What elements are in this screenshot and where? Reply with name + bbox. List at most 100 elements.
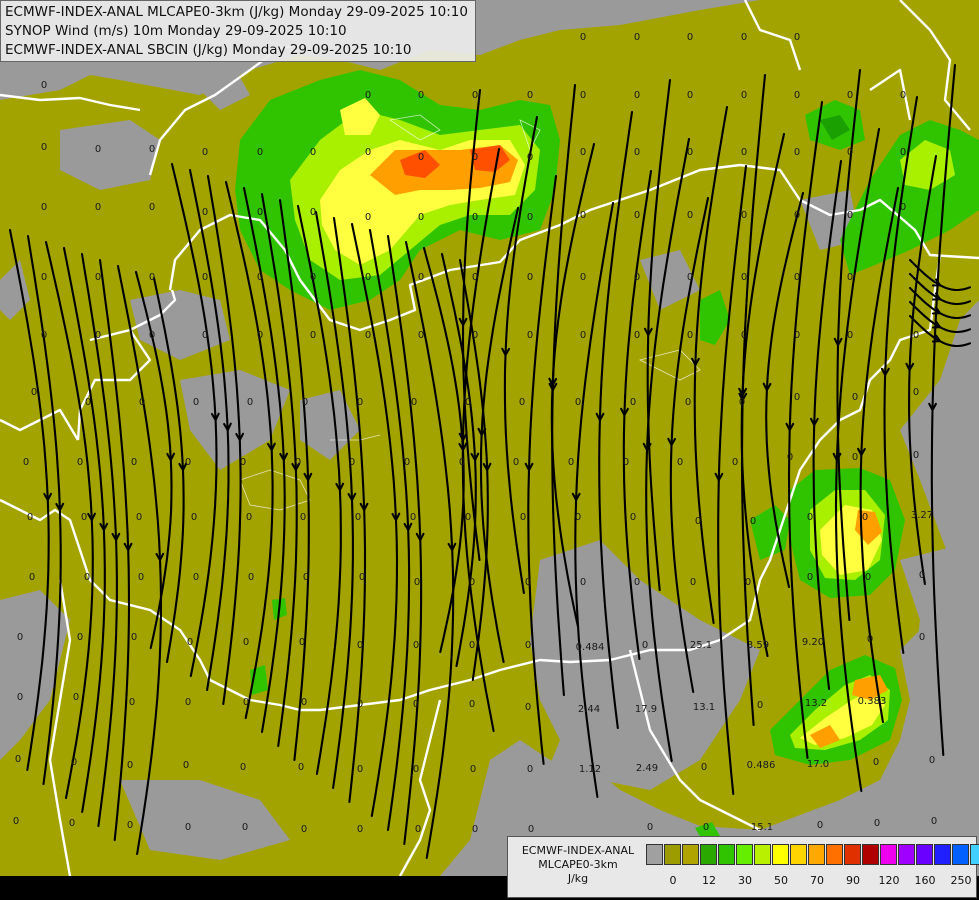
value-label: 0 <box>73 692 79 703</box>
legend-swatch <box>916 844 933 865</box>
value-label: 0 <box>357 699 363 710</box>
value-label: 0 <box>365 272 371 283</box>
value-label: 0 <box>527 764 533 775</box>
value-label: 0 <box>295 457 301 468</box>
value-label: 0 <box>634 90 640 101</box>
value-label: 0 <box>513 457 519 468</box>
value-label: 0 <box>185 822 191 833</box>
value-label: 2.44 <box>578 704 600 715</box>
value-label: 0 <box>787 452 793 463</box>
value-label: 0 <box>77 457 83 468</box>
value-label: 0 <box>418 212 424 223</box>
legend-tick-label: 50 <box>774 874 788 887</box>
value-label: 0 <box>527 90 533 101</box>
value-label: 0 <box>41 330 47 341</box>
legend-swatch <box>700 844 717 865</box>
value-label: 0 <box>919 632 925 643</box>
value-label: 0 <box>202 147 208 158</box>
value-label: 0 <box>687 32 693 43</box>
value-label: 0 <box>41 80 47 91</box>
value-label: 0 <box>580 272 586 283</box>
value-label: 0 <box>413 764 419 775</box>
value-label: 0 <box>139 397 145 408</box>
value-label: 0 <box>310 330 316 341</box>
value-label: 0 <box>27 512 33 523</box>
value-label: 0 <box>687 90 693 101</box>
legend-tick-label: 30 <box>738 874 752 887</box>
value-label: 0 <box>17 692 23 703</box>
value-label: 0 <box>418 152 424 163</box>
legend-swatch <box>880 844 897 865</box>
value-label: 0 <box>865 572 871 583</box>
value-label: 0 <box>794 272 800 283</box>
value-label: 0 <box>129 697 135 708</box>
value-label: 0 <box>357 397 363 408</box>
value-label: 0 <box>185 457 191 468</box>
value-label: 0 <box>359 572 365 583</box>
value-label: 0 <box>77 632 83 643</box>
value-label: 0 <box>240 457 246 468</box>
value-label: 15.1 <box>751 822 773 833</box>
value-label: 0 <box>520 512 526 523</box>
value-label: 0 <box>527 212 533 223</box>
value-label: 0 <box>418 272 424 283</box>
value-label: 0 <box>690 577 696 588</box>
value-label: 0 <box>310 207 316 218</box>
value-label: 0 <box>127 820 133 831</box>
value-label: 0 <box>580 210 586 221</box>
value-label: 0 <box>41 142 47 153</box>
value-label: 3.27 <box>911 510 933 521</box>
title-line-sbcin: ECMWF-INDEX-ANAL SBCIN (J/kg) Monday 29-… <box>5 42 412 58</box>
legend-tick-label: 120 <box>878 874 900 887</box>
value-label: 0 <box>41 202 47 213</box>
weather-map: 0 0 0 0 0 0 0 0 0 0 0 0 0 0 0 0 0 0 0 0 0 0 0 0 0 0 0 0 0 0 0 0 0 0 0 0 0 0 0 0… <box>0 0 979 900</box>
value-label: 0 <box>84 572 90 583</box>
value-label: 0 <box>687 272 693 283</box>
value-label: 0 <box>794 210 800 221</box>
value-label: 0 <box>750 516 756 527</box>
value-label: 0 <box>741 330 747 341</box>
value-label: 0 <box>298 762 304 773</box>
value-label: 0 <box>257 330 263 341</box>
value-label: 0 <box>349 457 355 468</box>
value-label: 0 <box>301 697 307 708</box>
value-label: 0 <box>301 824 307 835</box>
value-label: 0 <box>929 755 935 766</box>
legend-swatch <box>934 844 951 865</box>
value-label: 0 <box>15 754 21 765</box>
value-label: 0 <box>794 32 800 43</box>
value-label: 0 <box>741 90 747 101</box>
value-label: 0 <box>246 512 252 523</box>
map-title-box: ECMWF-INDEX-ANAL MLCAPE0-3km (J/kg) Mond… <box>0 0 476 62</box>
legend-swatch <box>772 844 789 865</box>
value-label: 0 <box>357 640 363 651</box>
value-label: 0 <box>193 572 199 583</box>
value-label: 0 <box>95 202 101 213</box>
value-label: 0 <box>472 152 478 163</box>
value-label: 0.383 <box>858 696 887 707</box>
value-label: 0 <box>29 572 35 583</box>
value-label: 0 <box>469 640 475 651</box>
value-label: 0 <box>470 764 476 775</box>
value-label: 0 <box>459 457 465 468</box>
value-label: 0 <box>642 640 648 651</box>
legend-line1: ECMWF-INDEX-ANAL <box>521 844 635 857</box>
value-label: 0 <box>136 512 142 523</box>
legend-tick-label: 70 <box>810 874 824 887</box>
value-label: 0 <box>525 577 531 588</box>
value-label: 0 <box>149 272 155 283</box>
value-label: 2.49 <box>636 763 658 774</box>
value-label: 0.486 <box>747 760 776 771</box>
value-label: 0 <box>900 90 906 101</box>
value-label: 0 <box>31 387 37 398</box>
value-label: 0 <box>634 272 640 283</box>
legend-line2: MLCAPE0-3km <box>538 858 618 871</box>
value-label: 0 <box>741 272 747 283</box>
legend-tick-label: 160 <box>914 874 936 887</box>
value-label: 0 <box>913 387 919 398</box>
value-label: 13.2 <box>805 698 827 709</box>
value-label: 0 <box>193 397 199 408</box>
value-label: 0 <box>95 144 101 155</box>
value-label: 0 <box>365 212 371 223</box>
value-label: 0 <box>257 207 263 218</box>
